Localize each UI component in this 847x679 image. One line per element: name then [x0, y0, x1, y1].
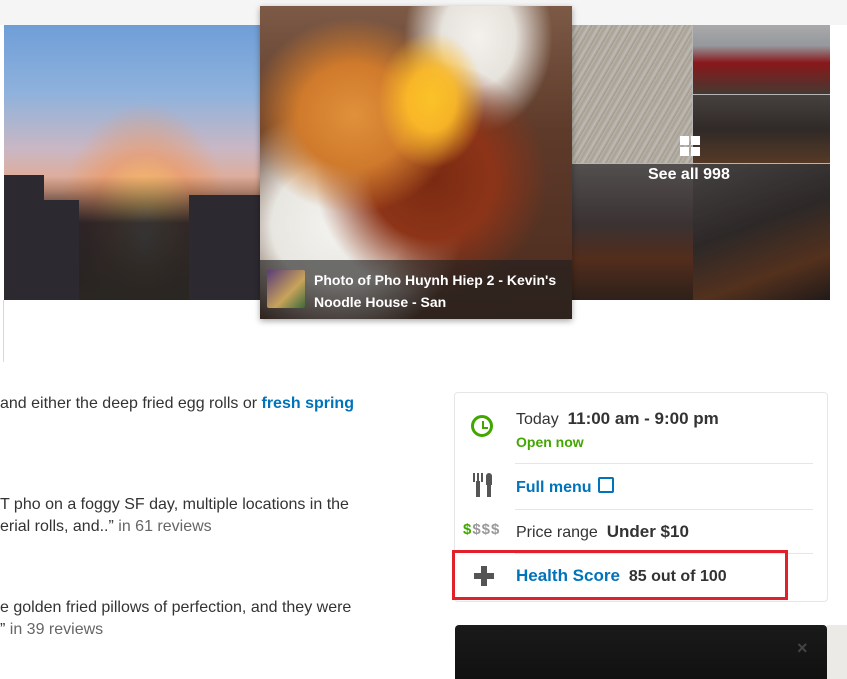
snippet-text: and either the deep fried egg rolls or	[0, 395, 262, 412]
price-label: Price range	[516, 524, 598, 541]
photo-caption: Photo of Pho Huynh Hiep 2 - Kevin's Nood…	[260, 260, 572, 319]
building-silhouette	[189, 195, 260, 300]
featured-photo[interactable]: Photo of Pho Huynh Hiep 2 - Kevin's Nood…	[260, 6, 572, 319]
review-count-link[interactable]: in 61 reviews	[114, 518, 211, 535]
review-count-link[interactable]: in 39 reviews	[5, 621, 103, 638]
menu-row[interactable]: Full menu	[516, 476, 614, 497]
photo-street-sunset[interactable]	[4, 25, 260, 300]
review-highlight-2: T pho on a foggy SF day, multiple locati…	[0, 494, 349, 538]
snippet-text: e golden fried pillows of perfection, an…	[0, 599, 352, 616]
divider	[515, 463, 813, 464]
ad-panel[interactable]	[455, 625, 827, 679]
building-silhouette	[44, 200, 79, 300]
see-all-photos-link[interactable]: See all 998	[648, 166, 730, 184]
health-score-highlight	[452, 550, 788, 600]
grid-icon	[680, 136, 702, 158]
price-dollar-icon: $$$$	[463, 521, 501, 538]
close-icon[interactable]: ×	[797, 638, 808, 659]
hours-range: 11:00 am - 9:00 pm	[567, 409, 719, 428]
highlight-link[interactable]: fresh spring	[262, 395, 354, 412]
clock-icon	[471, 415, 493, 437]
review-highlight-1: and either the deep fried egg rolls or f…	[0, 393, 354, 415]
photo-caption-text[interactable]: Photo of Pho Huynh Hiep 2 - Kevin's Nood…	[314, 269, 566, 313]
price-row: Price range Under $10	[516, 522, 689, 542]
full-menu-link[interactable]: Full menu	[516, 479, 592, 496]
review-highlight-3: e golden fried pillows of perfection, an…	[0, 597, 351, 641]
divider	[515, 509, 813, 510]
divider	[0, 300, 4, 362]
open-status: Open now	[516, 434, 584, 450]
hours-day: Today	[516, 411, 559, 428]
fork-knife-icon	[473, 473, 493, 497]
user-avatar[interactable]	[267, 270, 305, 308]
right-edge	[827, 625, 847, 679]
external-link-icon	[597, 477, 614, 493]
snippet-text: T pho on a foggy SF day, multiple locati…	[0, 496, 349, 513]
see-all-overlay[interactable]	[572, 25, 830, 300]
snippet-text: erial rolls, and..”	[0, 518, 114, 535]
price-value: Under $10	[606, 522, 689, 541]
building-silhouette	[4, 175, 44, 300]
hours-row: Today 11:00 am - 9:00 pm	[516, 409, 719, 429]
